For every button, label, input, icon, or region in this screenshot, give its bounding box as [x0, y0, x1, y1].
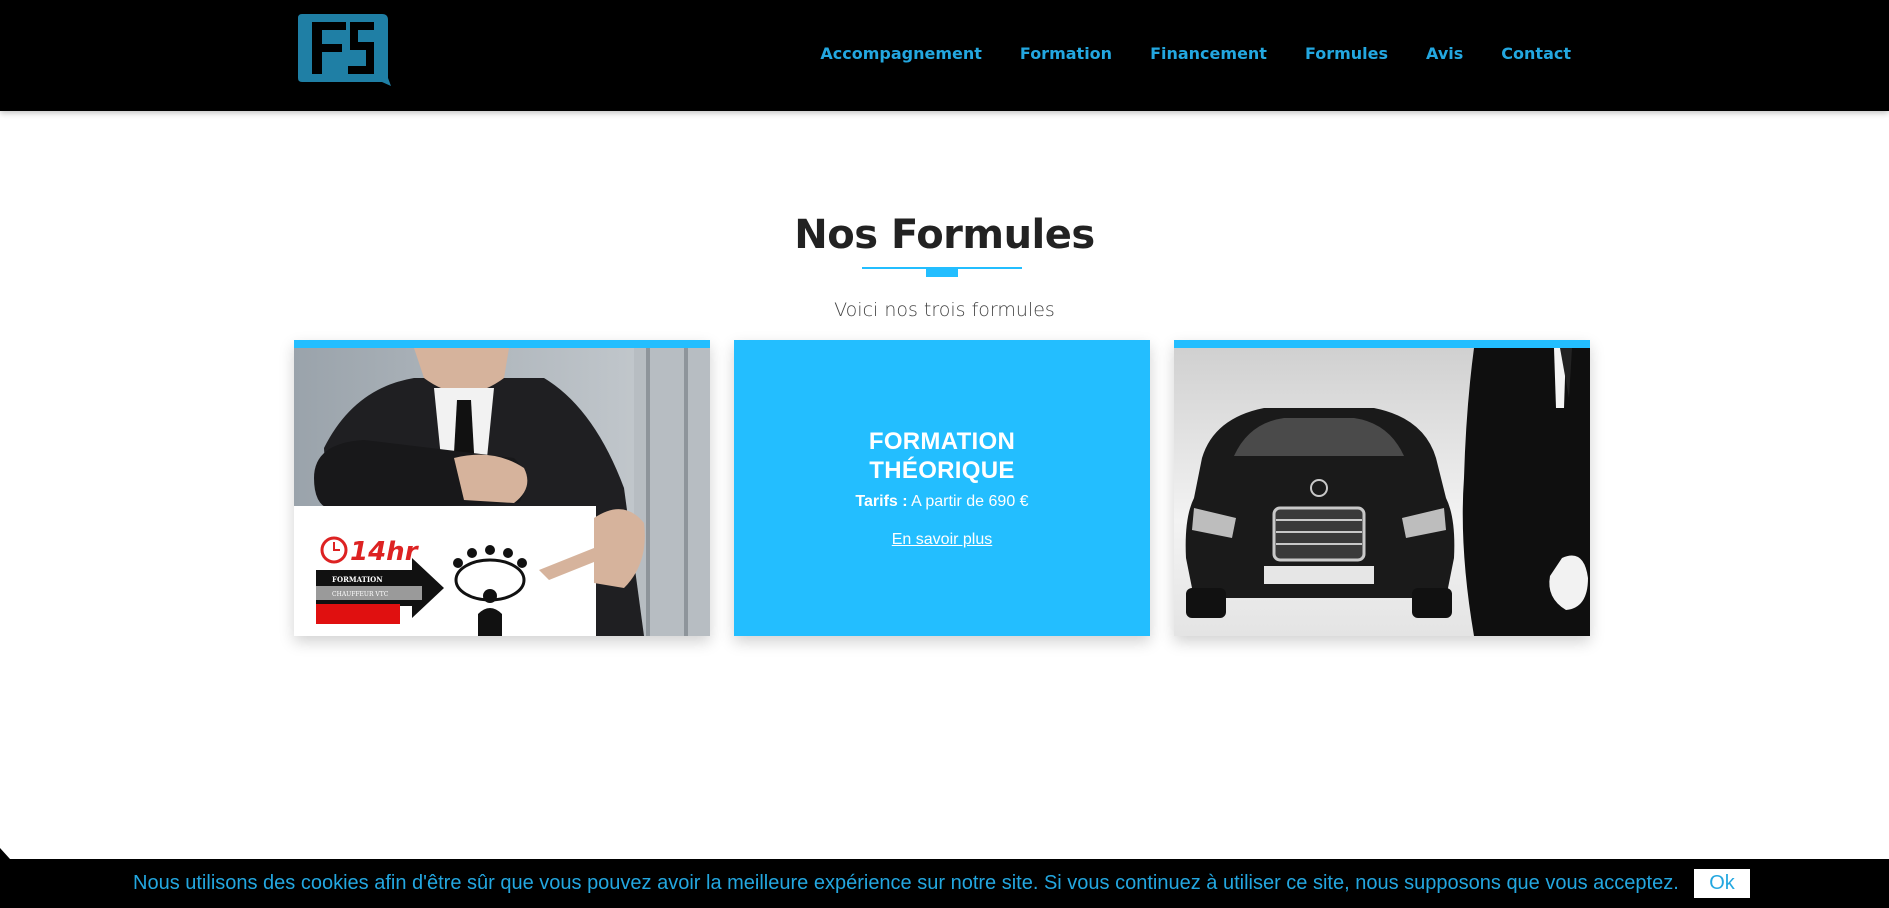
- cookie-banner: Nous utilisons des cookies afin d'être s…: [0, 859, 1889, 908]
- card-title-line-1: FORMATION: [868, 428, 1016, 455]
- nav-link-accompagnement[interactable]: Accompagnement: [820, 44, 982, 63]
- corner-triangle: [0, 848, 10, 859]
- card-title-line-2: THÉORIQUE: [869, 457, 1015, 484]
- formule-card-3[interactable]: [1174, 340, 1590, 636]
- section-subtitle: Voici nos trois formules: [834, 299, 1055, 321]
- nav-link-formation[interactable]: Formation: [1020, 44, 1112, 63]
- logo-icon[interactable]: [298, 12, 391, 90]
- card-title: FORMATION THÉORIQUE: [869, 427, 1015, 485]
- formule-card-1[interactable]: 14hr FORMATION CHAUFFEUR VTC: [294, 340, 710, 636]
- price-value: A partir de 690 €: [911, 493, 1029, 510]
- card-top-bar: [294, 340, 710, 348]
- nav-link-contact[interactable]: Contact: [1501, 44, 1571, 63]
- cookie-ok-button[interactable]: Ok: [1694, 869, 1750, 898]
- formule-card-2[interactable]: FORMATION THÉORIQUE Tarifs : A partir de…: [734, 340, 1150, 636]
- card-price: Tarifs : A partir de 690 €: [855, 493, 1028, 511]
- banner-line-1: FORMATION: [332, 575, 383, 584]
- en-savoir-plus-link[interactable]: En savoir plus: [892, 531, 993, 549]
- banner-line-2: CHAUFFEUR VTC: [332, 591, 389, 598]
- nav-link-formules[interactable]: Formules: [1305, 44, 1388, 63]
- banner-hours: 14hr: [350, 537, 420, 567]
- nav-link-financement[interactable]: Financement: [1150, 44, 1267, 63]
- title-underline-accent: [926, 267, 958, 277]
- site-header: Accompagnement Formation Financement For…: [0, 0, 1889, 111]
- cookie-message: Nous utilisons des cookies afin d'être s…: [133, 872, 1679, 894]
- card-top-bar: [1174, 340, 1590, 348]
- luxury-car-chauffeur-image: [1174, 348, 1590, 636]
- business-man-training-image: 14hr FORMATION CHAUFFEUR VTC: [294, 348, 710, 636]
- card-2-content: FORMATION THÉORIQUE Tarifs : A partir de…: [734, 340, 1150, 636]
- price-label: Tarifs :: [855, 493, 908, 510]
- section-title: Nos Formules: [794, 212, 1095, 258]
- main-nav: Accompagnement Formation Financement For…: [820, 44, 1571, 63]
- nav-link-avis[interactable]: Avis: [1426, 44, 1463, 63]
